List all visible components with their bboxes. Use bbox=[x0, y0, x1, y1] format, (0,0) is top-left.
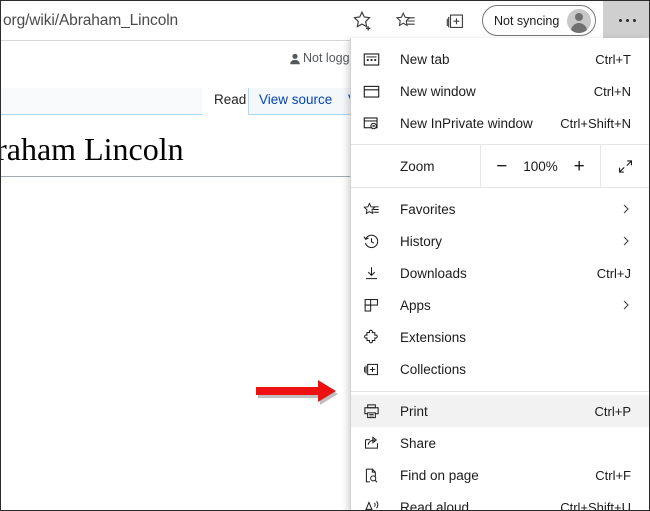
settings-and-more-button[interactable] bbox=[603, 1, 649, 40]
menu-zoom-row: Zoom − 100% + bbox=[351, 145, 649, 187]
person-icon bbox=[290, 53, 300, 65]
collections-button[interactable] bbox=[443, 8, 469, 34]
menu-item-label: Print bbox=[400, 403, 428, 419]
menu-item-new-tab[interactable]: New tab Ctrl+T bbox=[351, 43, 649, 75]
chevron-right-icon bbox=[623, 204, 629, 214]
menu-item-label: Apps bbox=[400, 297, 431, 313]
menu-item-label: Favorites bbox=[400, 201, 456, 217]
favorites-button[interactable] bbox=[393, 8, 419, 34]
collections-stack-icon bbox=[363, 359, 389, 379]
menu-item-downloads[interactable]: Downloads Ctrl+J bbox=[351, 257, 649, 289]
menu-item-accelerator: Ctrl+P bbox=[594, 403, 631, 419]
zoom-label: Zoom bbox=[351, 145, 481, 187]
edge-settings-menu: New tab Ctrl+T New window Ctrl+N New InP… bbox=[350, 38, 649, 511]
menu-item-find-on-page[interactable]: Find on page Ctrl+F bbox=[351, 459, 649, 491]
menu-item-label: Collections bbox=[400, 361, 467, 377]
chevron-right-icon bbox=[623, 236, 629, 246]
not-logged-in-label: Not logg bbox=[303, 51, 350, 65]
menu-item-accelerator: Ctrl+F bbox=[595, 467, 631, 483]
find-page-icon bbox=[363, 465, 389, 485]
extensions-puzzle-icon bbox=[363, 327, 389, 347]
inprivate-window-icon bbox=[363, 113, 389, 133]
apps-grid-icon bbox=[363, 295, 389, 315]
menu-item-history[interactable]: History bbox=[351, 225, 649, 257]
share-icon bbox=[363, 433, 389, 453]
browser-toolbar: org/wiki/Abraham_Lincoln Not syncing bbox=[1, 1, 649, 40]
menu-item-label: New window bbox=[400, 83, 476, 99]
star-plus-icon[interactable] bbox=[351, 9, 375, 33]
new-tab-icon bbox=[363, 49, 389, 69]
profile-sync-label: Not syncing bbox=[494, 13, 560, 28]
menu-item-print[interactable]: Print Ctrl+P bbox=[351, 395, 649, 427]
menu-item-accelerator: Ctrl+N bbox=[593, 83, 631, 99]
menu-item-extensions[interactable]: Extensions bbox=[351, 321, 649, 353]
profile-button[interactable]: Not syncing bbox=[482, 5, 596, 36]
person-avatar-icon bbox=[567, 9, 591, 33]
chevron-right-icon bbox=[623, 300, 629, 310]
address-bar-text[interactable]: org/wiki/Abraham_Lincoln bbox=[1, 12, 178, 30]
zoom-percent-value: 100% bbox=[523, 158, 558, 174]
menu-item-label: Extensions bbox=[400, 329, 467, 345]
menu-item-accelerator: Ctrl+T bbox=[595, 51, 631, 67]
menu-item-accelerator: Ctrl+Shift+U bbox=[560, 499, 631, 511]
menu-item-label: Downloads bbox=[400, 265, 467, 281]
read-aloud-icon bbox=[363, 497, 389, 510]
menu-item-collections[interactable]: Collections bbox=[351, 353, 649, 385]
wiki-tab-strip-background bbox=[1, 88, 202, 115]
zoom-in-button[interactable]: + bbox=[566, 157, 592, 176]
collections-plus-icon bbox=[446, 14, 463, 28]
menu-item-label: New tab bbox=[400, 51, 450, 67]
menu-item-accelerator: Ctrl+Shift+N bbox=[560, 115, 631, 131]
zoom-out-button[interactable]: − bbox=[489, 157, 515, 176]
menu-item-apps[interactable]: Apps bbox=[351, 289, 649, 321]
menu-item-label: Share bbox=[400, 435, 437, 451]
menu-item-label: History bbox=[400, 233, 443, 249]
fullscreen-button[interactable] bbox=[601, 145, 649, 187]
ellipsis-icon bbox=[618, 19, 622, 22]
article-title: Abraham Lincoln bbox=[1, 131, 184, 167]
star-list-icon bbox=[395, 11, 415, 27]
annotation-arrow bbox=[256, 380, 338, 405]
menu-item-new-inprivate-window[interactable]: New InPrivate window Ctrl+Shift+N bbox=[351, 107, 649, 139]
browser-window: Not logg Read View source V Abraham Linc… bbox=[0, 0, 650, 511]
menu-item-label: Read aloud bbox=[400, 499, 470, 511]
menu-item-share[interactable]: Share bbox=[351, 427, 649, 459]
new-window-icon bbox=[363, 81, 389, 101]
address-bar[interactable]: org/wiki/Abraham_Lincoln bbox=[1, 4, 388, 37]
menu-item-label: Find on page bbox=[400, 467, 479, 483]
menu-item-read-aloud[interactable]: Read aloud Ctrl+Shift+U bbox=[351, 491, 649, 511]
menu-item-new-window[interactable]: New window Ctrl+N bbox=[351, 75, 649, 107]
downloads-arrow-icon bbox=[363, 263, 389, 283]
printer-icon bbox=[363, 401, 389, 421]
fullscreen-icon bbox=[618, 159, 632, 173]
zoom-controls: − 100% + bbox=[481, 145, 601, 187]
menu-item-accelerator: Ctrl+J bbox=[596, 265, 631, 281]
menu-item-favorites[interactable]: Favorites bbox=[351, 193, 649, 225]
history-clock-icon bbox=[363, 231, 389, 251]
wiki-tab-view-source[interactable]: View source bbox=[248, 88, 344, 115]
menu-item-label: New InPrivate window bbox=[400, 115, 533, 131]
favorites-star-icon bbox=[363, 199, 389, 219]
